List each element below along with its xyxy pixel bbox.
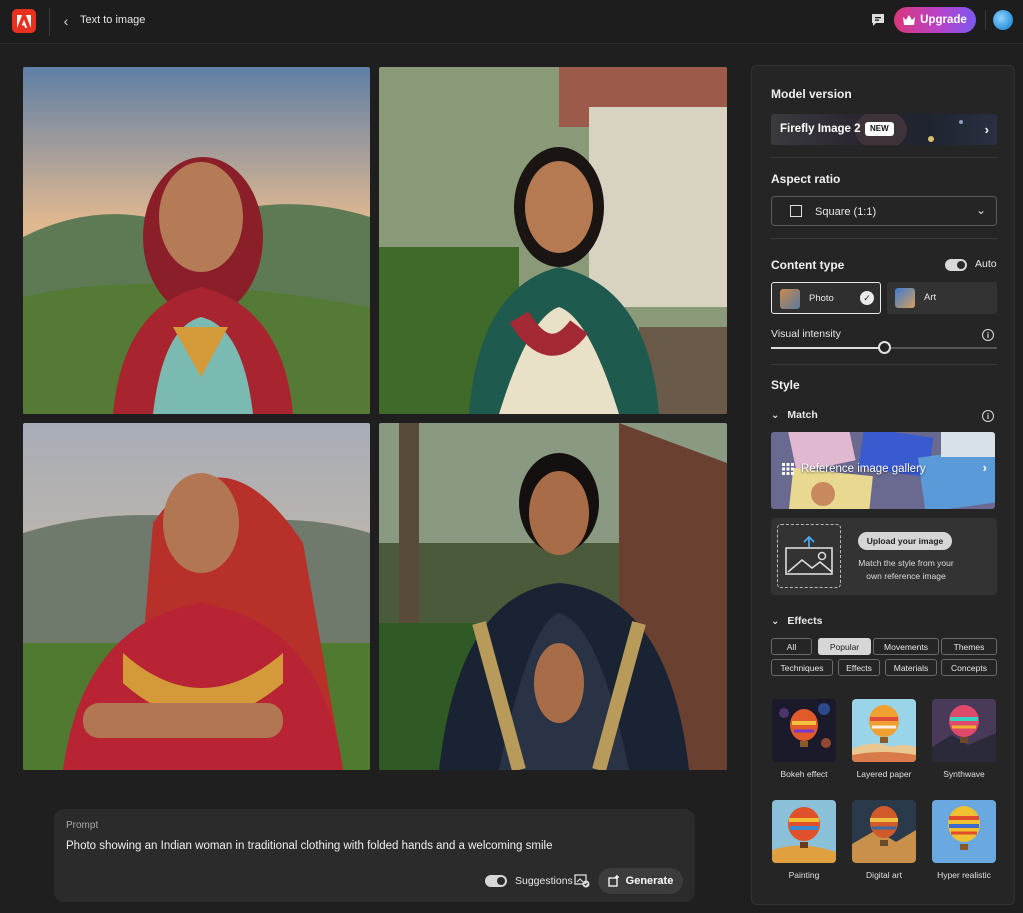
gallery-label: Reference image gallery bbox=[801, 463, 926, 475]
back-chevron-icon[interactable]: ‹ bbox=[58, 12, 74, 30]
upgrade-button[interactable]: Upgrade bbox=[894, 7, 976, 33]
effects-chip-concepts[interactable]: Concepts bbox=[941, 659, 997, 676]
effects-section-toggle[interactable]: ⌄ Effects bbox=[771, 615, 822, 627]
new-badge: NEW bbox=[865, 122, 894, 136]
generated-image-4[interactable] bbox=[379, 423, 727, 770]
image-check-icon[interactable] bbox=[574, 874, 590, 888]
photo-thumbnail bbox=[780, 289, 800, 309]
upload-dropzone[interactable] bbox=[777, 524, 841, 588]
prompt-box[interactable]: Prompt Photo showing an Indian woman in … bbox=[54, 809, 695, 902]
model-version-title: Model version bbox=[771, 87, 852, 101]
upload-image-button[interactable]: Upload your image bbox=[858, 532, 952, 550]
effect-label: Bokeh effect bbox=[780, 769, 828, 779]
prompt-label: Prompt bbox=[66, 820, 99, 831]
generate-icon bbox=[607, 875, 619, 887]
effect-thumbnail bbox=[772, 699, 836, 762]
avatar[interactable] bbox=[993, 10, 1013, 30]
effect-label: Digital art bbox=[866, 870, 902, 880]
effect-thumbnail bbox=[772, 800, 836, 863]
effects-chip-all[interactable]: All bbox=[771, 638, 812, 655]
generated-image-1[interactable] bbox=[23, 67, 370, 414]
generate-button[interactable]: Generate bbox=[598, 868, 683, 894]
effect-painting[interactable]: Painting bbox=[772, 800, 836, 880]
page-title: Text to image bbox=[80, 14, 146, 26]
chevron-right-icon: › bbox=[984, 122, 989, 137]
divider bbox=[49, 8, 50, 36]
effects-title: Effects bbox=[787, 615, 823, 627]
content-type-art[interactable]: Art bbox=[887, 282, 997, 314]
slider-fill bbox=[771, 347, 884, 349]
crown-icon bbox=[903, 15, 916, 25]
effects-chip-materials[interactable]: Materials bbox=[885, 659, 937, 676]
effects-chip-themes[interactable]: Themes bbox=[941, 638, 997, 655]
divider bbox=[771, 364, 997, 365]
effect-layered-paper[interactable]: Layered paper bbox=[852, 699, 916, 779]
model-version-selector[interactable]: Firefly Image 2 NEW › bbox=[771, 114, 997, 145]
upload-description: Match the style from your own reference … bbox=[858, 558, 954, 581]
square-icon bbox=[790, 205, 802, 217]
model-name: Firefly Image 2 bbox=[780, 123, 861, 135]
art-thumbnail bbox=[895, 288, 915, 308]
generated-image-3[interactable] bbox=[23, 423, 370, 770]
upload-image-icon bbox=[785, 536, 833, 575]
effects-chip-movements[interactable]: Movements bbox=[873, 638, 939, 655]
effects-chip-popular[interactable]: Popular bbox=[818, 638, 871, 655]
aspect-ratio-title: Aspect ratio bbox=[771, 172, 841, 186]
effect-label: Painting bbox=[788, 870, 820, 880]
effects-chip-effects[interactable]: Effects bbox=[838, 659, 880, 676]
effect-bokeh[interactable]: Bokeh effect bbox=[772, 699, 836, 779]
effect-hyper-realistic[interactable]: Hyper realistic bbox=[932, 800, 996, 880]
info-icon[interactable]: i bbox=[982, 329, 994, 341]
divider bbox=[771, 157, 997, 158]
effect-label: Synthwave bbox=[943, 769, 985, 779]
upload-reference-box: Upload your image Match the style from y… bbox=[771, 518, 997, 595]
slider-handle[interactable] bbox=[877, 341, 891, 354]
settings-panel: Model version Firefly Image 2 NEW › Aspe… bbox=[751, 65, 1015, 905]
content-type-title: Content type bbox=[771, 258, 845, 272]
auto-toggle[interactable] bbox=[945, 259, 967, 271]
chevron-right-icon: › bbox=[982, 460, 987, 475]
aspect-ratio-select[interactable]: Square (1:1) ⌄ bbox=[771, 196, 997, 226]
match-label: Match bbox=[787, 409, 818, 421]
effect-thumbnail bbox=[932, 800, 996, 863]
content-type-photo[interactable]: Photo ✓ bbox=[771, 282, 881, 314]
generated-image-2[interactable] bbox=[379, 67, 727, 414]
prompt-input[interactable]: Photo showing an Indian woman in traditi… bbox=[66, 840, 553, 852]
effect-thumbnail bbox=[852, 699, 916, 762]
content-type-label: Photo bbox=[809, 293, 834, 304]
checkmark-icon: ✓ bbox=[860, 291, 874, 305]
top-bar: ‹ Text to image Upgrade bbox=[0, 0, 1023, 44]
grid-icon bbox=[782, 463, 794, 475]
match-section-toggle[interactable]: ⌄ Match bbox=[771, 409, 818, 421]
upgrade-label: Upgrade bbox=[920, 14, 967, 26]
effect-synthwave[interactable]: Synthwave bbox=[932, 699, 996, 779]
generate-label: Generate bbox=[625, 875, 674, 887]
divider bbox=[985, 10, 986, 30]
effect-label: Hyper realistic bbox=[937, 870, 991, 880]
chevron-down-icon: ⌄ bbox=[975, 203, 986, 217]
effects-chip-techniques[interactable]: Techniques bbox=[771, 659, 833, 676]
effect-label: Layered paper bbox=[856, 769, 912, 779]
auto-label: Auto bbox=[975, 258, 997, 270]
info-icon[interactable]: i bbox=[982, 410, 994, 422]
chevron-down-icon: ⌄ bbox=[771, 615, 780, 627]
adobe-logo-icon[interactable] bbox=[12, 9, 36, 33]
style-title: Style bbox=[771, 378, 800, 392]
content-type-label: Art bbox=[924, 292, 937, 303]
suggestions-label: Suggestions bbox=[515, 875, 573, 887]
suggestions-toggle[interactable] bbox=[485, 875, 507, 887]
reference-image-gallery[interactable]: Reference image gallery › bbox=[771, 432, 995, 509]
divider bbox=[771, 238, 997, 239]
effect-digital-art[interactable]: Digital art bbox=[852, 800, 916, 880]
effect-thumbnail bbox=[852, 800, 916, 863]
feedback-icon[interactable] bbox=[870, 12, 886, 28]
effect-thumbnail bbox=[932, 699, 996, 762]
chevron-down-icon: ⌄ bbox=[771, 409, 780, 421]
aspect-ratio-value: Square (1:1) bbox=[815, 206, 877, 218]
visual-intensity-label: Visual intensity bbox=[771, 328, 841, 340]
